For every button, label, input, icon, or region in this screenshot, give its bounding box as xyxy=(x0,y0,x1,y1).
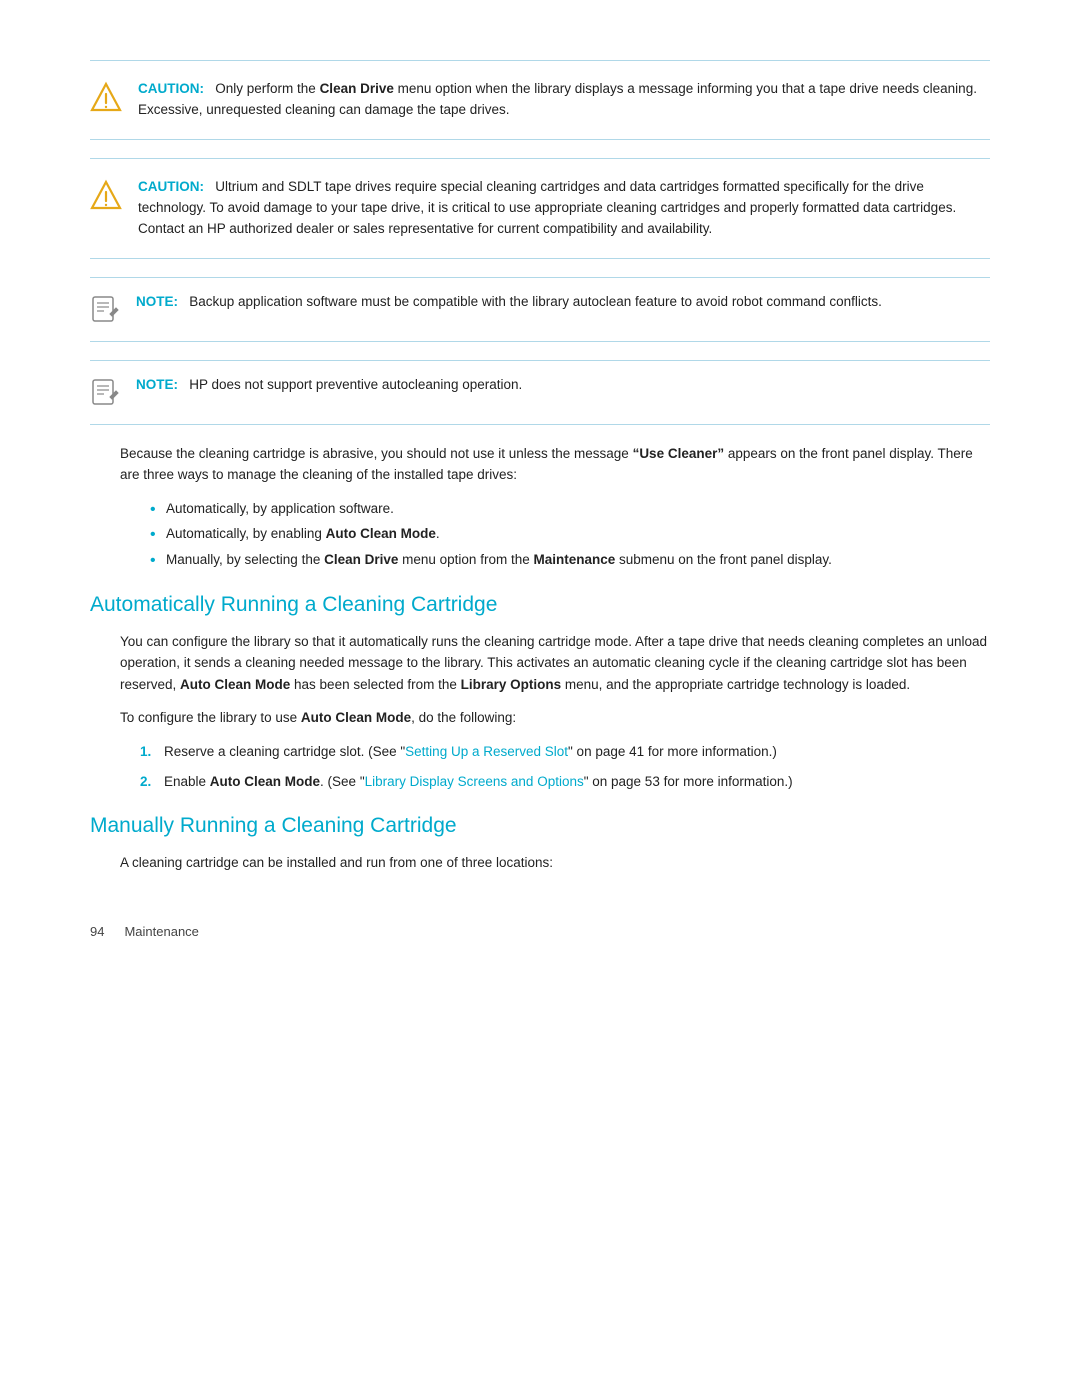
intro-paragraph: Because the cleaning cartridge is abrasi… xyxy=(120,443,990,486)
step1-link[interactable]: Setting Up a Reserved Slot xyxy=(405,744,568,759)
steps-list: Reserve a cleaning cartridge slot. (See … xyxy=(140,741,990,792)
step-1: Reserve a cleaning cartridge slot. (See … xyxy=(140,741,990,763)
note-label-1: NOTE: xyxy=(136,294,178,309)
caution-text-2: CAUTION: Ultrium and SDLT tape drives re… xyxy=(138,177,990,240)
caution-text-1: CAUTION: Only perform the Clean Drive me… xyxy=(138,79,990,121)
step-2: Enable Auto Clean Mode. (See "Library Di… xyxy=(140,771,990,793)
note-text-1: NOTE: Backup application software must b… xyxy=(136,292,882,313)
caution-label-2: CAUTION: xyxy=(138,179,204,194)
section1-heading: Automatically Running a Cleaning Cartrid… xyxy=(90,593,990,617)
note-box-1: NOTE: Backup application software must b… xyxy=(90,277,990,342)
list-item-auto-clean: Automatically, by enabling Auto Clean Mo… xyxy=(150,523,990,545)
note-icon-1 xyxy=(90,294,120,327)
footer-section: Maintenance xyxy=(124,924,198,939)
caution-box-2: CAUTION: Ultrium and SDLT tape drives re… xyxy=(90,158,990,259)
section2-heading: Manually Running a Cleaning Cartridge xyxy=(90,814,990,838)
note-box-2: NOTE: HP does not support preventive aut… xyxy=(90,360,990,425)
caution-label-1: CAUTION: xyxy=(138,81,204,96)
page-footer: 94 Maintenance xyxy=(90,914,990,939)
section2-body: A cleaning cartridge can be installed an… xyxy=(120,852,990,874)
page-number: 94 xyxy=(90,924,104,939)
list-item-manually: Manually, by selecting the Clean Drive m… xyxy=(150,549,990,571)
section1-body: You can configure the library so that it… xyxy=(120,631,990,696)
note-icon-2 xyxy=(90,377,120,410)
caution-box-1: CAUTION: Only perform the Clean Drive me… xyxy=(90,60,990,140)
step2-link[interactable]: Library Display Screens and Options xyxy=(365,774,584,789)
caution-icon-1 xyxy=(90,81,122,116)
section1-configure: To configure the library to use Auto Cle… xyxy=(120,707,990,729)
list-item-auto-app: Automatically, by application software. xyxy=(150,498,990,520)
note-label-2: NOTE: xyxy=(136,377,178,392)
caution-icon-2 xyxy=(90,179,122,214)
note-text-2: NOTE: HP does not support preventive aut… xyxy=(136,375,522,396)
cleaning-methods-list: Automatically, by application software. … xyxy=(150,498,990,571)
